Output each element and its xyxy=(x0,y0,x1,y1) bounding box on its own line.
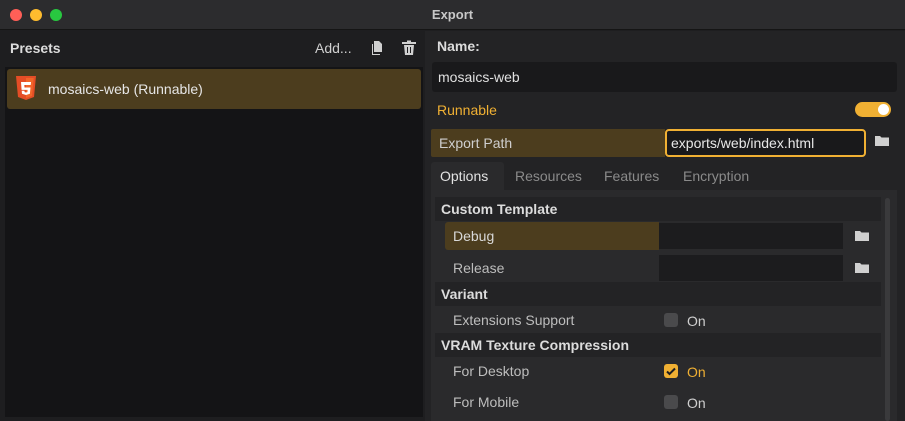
preset-label: mosaics-web (Runnable) xyxy=(48,81,203,97)
title-bar: Export xyxy=(0,0,905,30)
section-vram-texture-compression: VRAM Texture Compression xyxy=(435,333,881,357)
name-label: Name: xyxy=(437,38,480,54)
html5-icon xyxy=(15,75,37,101)
section-custom-template: Custom Template xyxy=(435,197,881,221)
extensions-support-checkbox[interactable] xyxy=(664,313,678,327)
for-mobile-value: On xyxy=(687,395,706,411)
extensions-support-label: Extensions Support xyxy=(453,312,575,328)
duplicate-icon[interactable] xyxy=(369,40,385,56)
preset-item-mosaics-web[interactable]: mosaics-web (Runnable) xyxy=(7,69,421,109)
for-desktop-checkbox[interactable] xyxy=(664,364,678,378)
section-header: Variant xyxy=(441,286,488,302)
for-mobile-label: For Mobile xyxy=(453,394,520,410)
folder-icon[interactable] xyxy=(854,228,874,248)
release-template-path-input[interactable] xyxy=(659,255,843,281)
section-variant: Variant xyxy=(435,282,881,306)
tab-features[interactable]: Features xyxy=(595,162,673,190)
runnable-label: Runnable xyxy=(437,102,497,118)
for-desktop-label: For Desktop xyxy=(453,363,530,379)
export-path-input[interactable] xyxy=(665,129,866,157)
tab-bar: Options Resources Features Encryption xyxy=(431,162,897,190)
window-title: Export xyxy=(431,7,474,22)
add-preset-button[interactable]: Add... xyxy=(315,40,352,56)
trash-icon[interactable] xyxy=(401,40,417,56)
debug-template-path-input[interactable] xyxy=(659,223,843,249)
release-label: Release xyxy=(453,260,505,276)
for-desktop-value: On xyxy=(687,364,706,380)
options-scrollbar[interactable] xyxy=(885,198,890,421)
presets-panel: Presets Add... mosaics-web (Runnable) xyxy=(0,31,425,421)
tab-encryption[interactable]: Encryption xyxy=(674,162,764,190)
preset-settings-panel: Name: Runnable Export Path Options Resou… xyxy=(425,31,905,421)
section-header: VRAM Texture Compression xyxy=(441,337,629,353)
toggle-knob xyxy=(878,104,889,115)
debug-label: Debug xyxy=(453,228,495,244)
presets-list: mosaics-web (Runnable) xyxy=(5,67,423,417)
for-mobile-checkbox[interactable] xyxy=(664,395,678,409)
folder-icon[interactable] xyxy=(874,133,894,153)
runnable-toggle[interactable] xyxy=(855,102,891,117)
presets-heading: Presets xyxy=(10,40,61,56)
check-icon xyxy=(666,367,676,376)
options-panel: Custom Template Debug Release Variant Ex… xyxy=(431,190,897,421)
extensions-support-value: On xyxy=(687,313,706,329)
tab-resources[interactable]: Resources xyxy=(506,162,594,190)
preset-name-input[interactable] xyxy=(432,62,897,92)
folder-icon[interactable] xyxy=(854,260,874,280)
export-path-label: Export Path xyxy=(439,135,513,151)
tab-options[interactable]: Options xyxy=(431,162,504,190)
section-header: Custom Template xyxy=(441,201,558,217)
